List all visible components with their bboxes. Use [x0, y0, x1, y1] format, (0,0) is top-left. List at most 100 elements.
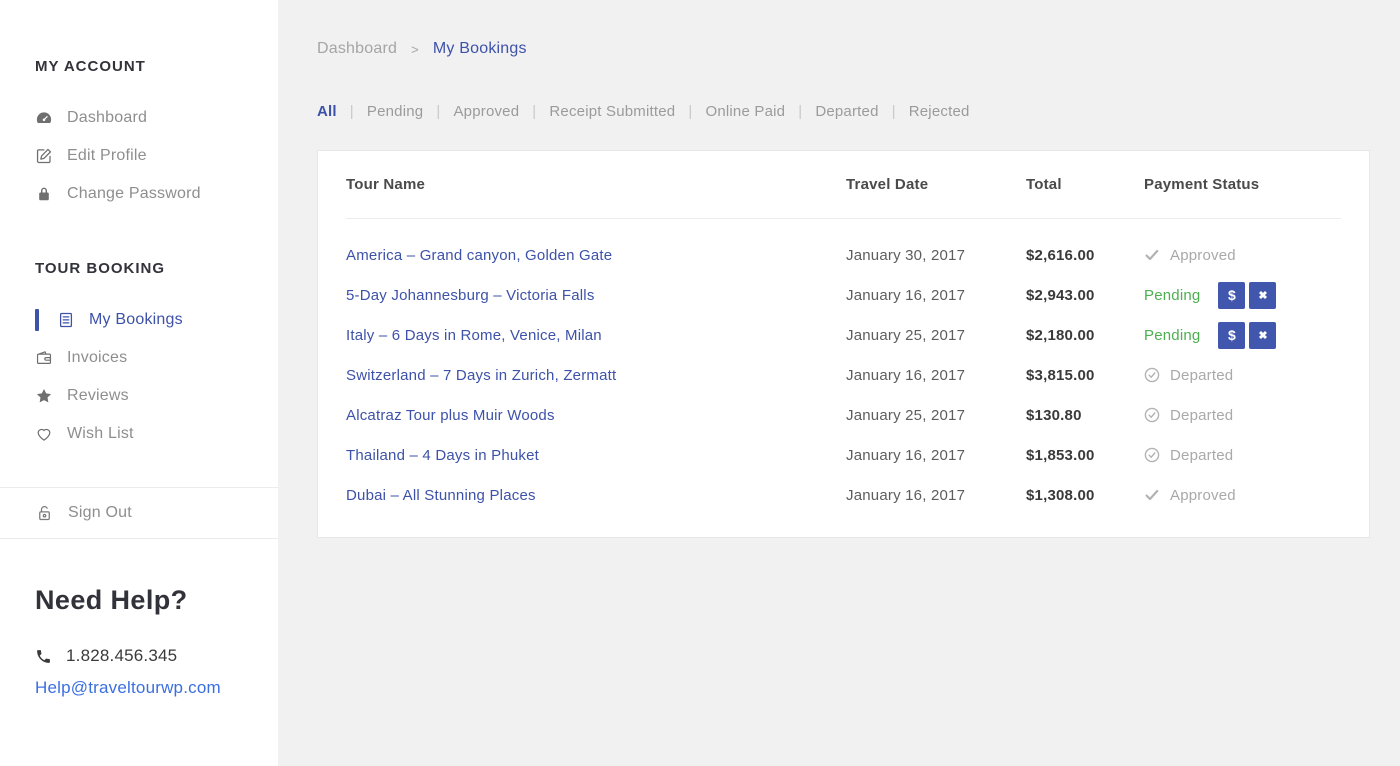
tour-link[interactable]: Dubai – All Stunning Places	[346, 487, 536, 504]
tour-link[interactable]: Thailand – 4 Days in Phuket	[346, 447, 539, 464]
table-row: Alcatraz Tour plus Muir Woods January 25,…	[346, 395, 1341, 435]
breadcrumb: Dashboard > My Bookings	[317, 40, 1400, 58]
sidebar-item-dashboard[interactable]: Dashboard	[0, 99, 278, 137]
cancel-button[interactable]: ✖	[1249, 282, 1276, 309]
filter-tab-receipt-submitted[interactable]: Receipt Submitted	[549, 103, 675, 120]
column-header-tour-name: Tour Name	[346, 176, 846, 193]
payment-status-cell: Approved	[1144, 487, 1341, 504]
dollar-icon: $	[1228, 327, 1236, 343]
total-amount: $2,616.00	[1026, 247, 1144, 264]
circle-check-icon	[1144, 407, 1160, 423]
account-nav: Dashboard Edit Profile Change Password	[0, 99, 278, 213]
table-row: Switzerland – 7 Days in Zurich, Zermatt J…	[346, 355, 1341, 395]
breadcrumb-separator-icon: >	[411, 42, 419, 57]
filter-tab-departed[interactable]: Departed	[815, 103, 878, 120]
sidebar-item-my-bookings[interactable]: My Bookings	[0, 301, 278, 339]
breadcrumb-dashboard[interactable]: Dashboard	[317, 40, 397, 58]
help-email-link[interactable]: Help@traveltourwp.com	[35, 678, 221, 698]
tour-link[interactable]: Alcatraz Tour plus Muir Woods	[346, 407, 555, 424]
cancel-button[interactable]: ✖	[1249, 322, 1276, 349]
dashboard-icon	[35, 109, 53, 127]
payment-status-cell: Pending $ ✖	[1144, 282, 1341, 309]
star-icon	[35, 387, 53, 405]
payment-status-cell: Departed	[1144, 407, 1341, 424]
lock-icon	[35, 185, 53, 203]
total-amount: $1,308.00	[1026, 487, 1144, 504]
status-label-pending: Pending	[1144, 287, 1200, 304]
bookings-icon	[57, 311, 75, 329]
sidebar-item-label: Wish List	[67, 425, 134, 443]
heart-icon	[35, 425, 53, 443]
sidebar-item-label: Invoices	[67, 349, 127, 367]
filter-tab-online-paid[interactable]: Online Paid	[705, 103, 785, 120]
status-label-approved: Approved	[1170, 487, 1236, 504]
status-label-departed: Departed	[1170, 447, 1233, 464]
sidebar-item-invoices[interactable]: Invoices	[0, 339, 278, 377]
booking-nav: My Bookings Invoices Reviews Wish List	[0, 301, 278, 453]
tour-booking-heading: TOUR BOOKING	[35, 260, 278, 277]
filter-tab-all[interactable]: All	[317, 103, 337, 120]
close-icon: ✖	[1258, 289, 1267, 302]
column-header-payment-status: Payment Status	[1144, 176, 1341, 193]
tab-separator: |	[350, 103, 354, 120]
active-indicator	[35, 309, 39, 331]
sidebar-item-label: Change Password	[67, 185, 201, 203]
filter-tab-pending[interactable]: Pending	[367, 103, 423, 120]
wallet-icon	[35, 349, 53, 367]
tab-separator: |	[688, 103, 692, 120]
sidebar-item-label: Dashboard	[67, 109, 147, 127]
travel-date: January 16, 2017	[846, 487, 1026, 504]
circle-check-icon	[1144, 447, 1160, 463]
tour-link[interactable]: Italy – 6 Days in Rome, Venice, Milan	[346, 327, 602, 344]
status-label-departed: Departed	[1170, 407, 1233, 424]
payment-status-cell: Pending$✖	[1144, 322, 1341, 349]
travel-date: January 25, 2017	[846, 407, 1026, 424]
table-row: America – Grand canyon, Golden Gate Janua…	[346, 235, 1341, 275]
phone-icon	[35, 648, 52, 665]
sidebar-item-edit-profile[interactable]: Edit Profile	[0, 137, 278, 175]
tab-separator: |	[532, 103, 536, 120]
pay-button[interactable]: $	[1218, 282, 1245, 309]
dollar-icon: $	[1228, 287, 1236, 303]
bookings-table-card: Tour Name Travel Date Total Payment Stat…	[317, 150, 1370, 538]
sidebar-item-label: My Bookings	[89, 311, 183, 329]
unlock-icon	[35, 504, 54, 523]
need-help-section: Need Help? 1.828.456.345 Help@traveltour…	[35, 585, 278, 698]
column-header-travel-date: Travel Date	[846, 176, 1026, 193]
check-icon	[1144, 247, 1160, 263]
table-row: 5-Day Johannesburg – Victoria Falls Janua…	[346, 275, 1341, 315]
help-phone-row: 1.828.456.345	[35, 646, 278, 666]
sidebar-item-change-password[interactable]: Change Password	[0, 175, 278, 213]
table-row: Dubai – All Stunning Places January 16, 2…	[346, 475, 1341, 515]
sidebar-item-reviews[interactable]: Reviews	[0, 377, 278, 415]
tour-link[interactable]: 5-Day Johannesburg – Victoria Falls	[346, 287, 595, 304]
travel-date: January 16, 2017	[846, 367, 1026, 384]
sidebar-item-label: Edit Profile	[67, 147, 147, 165]
my-account-heading: MY ACCOUNT	[35, 58, 278, 75]
status-filter-tabs: All | Pending | Approved | Receipt Submitted | O…	[317, 103, 1400, 120]
sidebar-item-wish-list[interactable]: Wish List	[0, 415, 278, 453]
payment-status-cell: Departed	[1144, 367, 1341, 384]
table-row: Thailand – 4 Days in Phuket January 16, 2…	[346, 435, 1341, 475]
pay-button[interactable]: $	[1218, 322, 1245, 349]
tab-separator: |	[436, 103, 440, 120]
table-header: Tour Name Travel Date Total Payment Stat…	[346, 151, 1341, 219]
breadcrumb-current: My Bookings	[433, 40, 527, 58]
sidebar-item-label: Reviews	[67, 387, 129, 405]
payment-status-cell: Departed	[1144, 447, 1341, 464]
tab-separator: |	[798, 103, 802, 120]
status-label-departed: Departed	[1170, 367, 1233, 384]
total-amount: $2,180.00	[1026, 327, 1144, 344]
filter-tab-rejected[interactable]: Rejected	[909, 103, 970, 120]
tour-link[interactable]: Switzerland – 7 Days in Zurich, Zermatt	[346, 367, 616, 384]
filter-tab-approved[interactable]: Approved	[453, 103, 519, 120]
travel-date: January 16, 2017	[846, 447, 1026, 464]
travel-date: January 30, 2017	[846, 247, 1026, 264]
edit-icon	[35, 147, 53, 165]
total-amount: $3,815.00	[1026, 367, 1144, 384]
travel-date: January 16, 2017	[846, 287, 1026, 304]
sign-out-button[interactable]: Sign Out	[0, 487, 278, 539]
tour-link[interactable]: America – Grand canyon, Golden Gate	[346, 247, 612, 264]
payment-status-cell: Approved	[1144, 247, 1341, 264]
help-phone-number: 1.828.456.345	[66, 646, 177, 666]
